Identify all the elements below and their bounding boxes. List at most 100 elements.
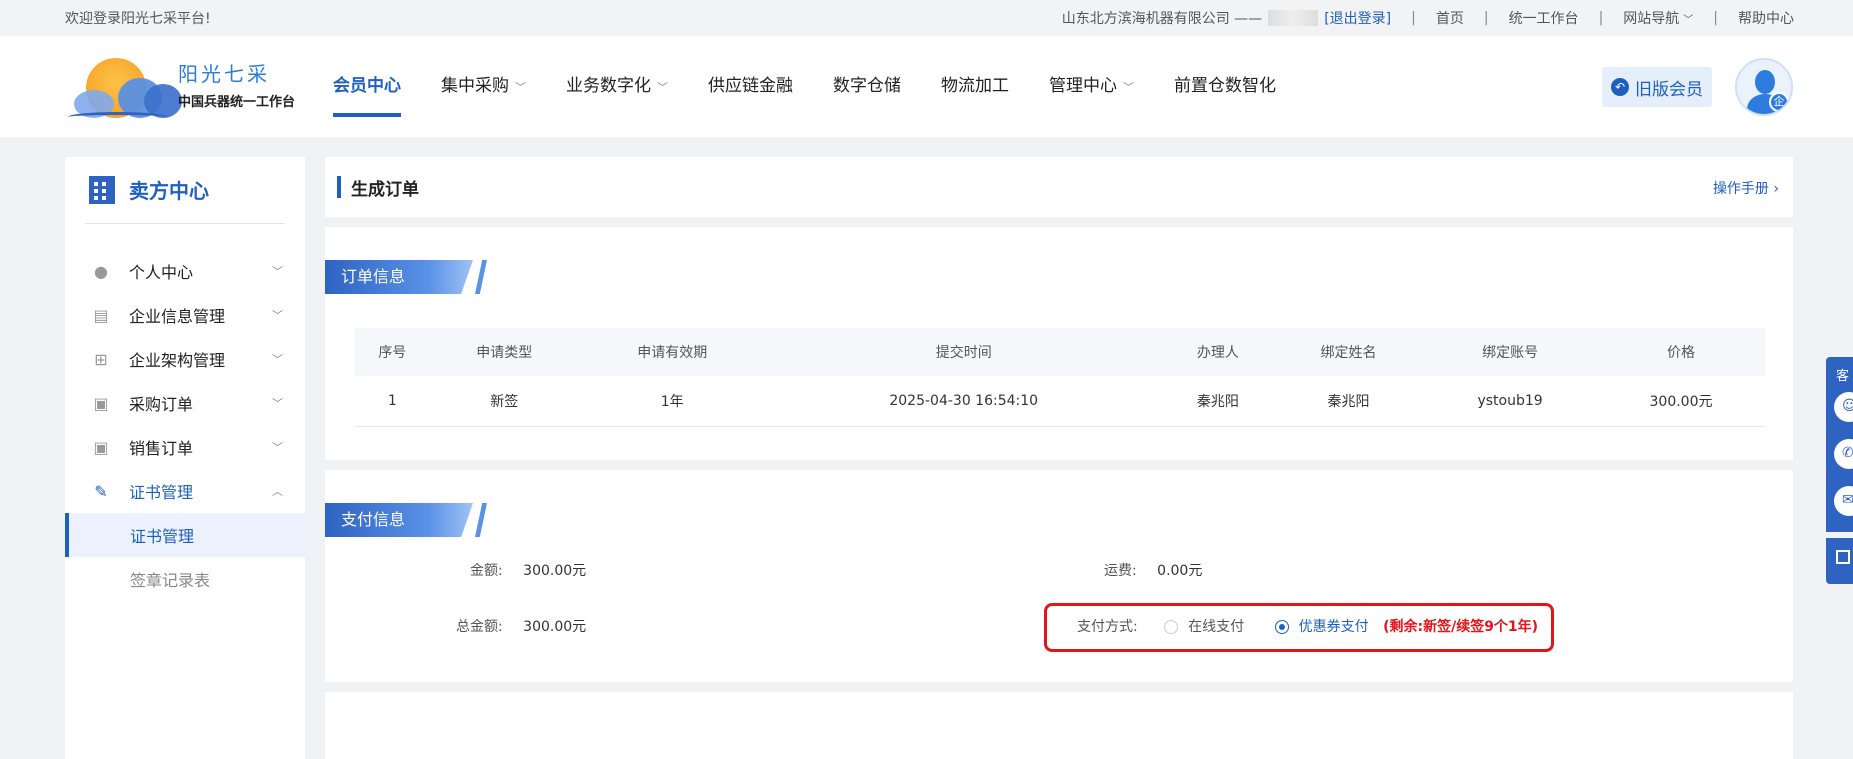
sidebar-item-label: 销售订单 [129, 439, 194, 458]
next-card [325, 692, 1793, 759]
nav-management-center[interactable]: 管理中心 ﹀ [1049, 36, 1134, 137]
nav-central-procurement[interactable]: 集中采购 ﹀ [441, 36, 526, 137]
sidebar-item-label: 采购订单 [129, 395, 194, 414]
phone-icon: ✆ [1842, 445, 1853, 461]
main-nav: 会员中心 集中采购 ﹀ 业务数字化 ﹀ 供应链金融 数字仓储 物流加工 管理中心 ﹀ … [333, 36, 1316, 137]
nav-label: 业务数字化 [566, 76, 651, 96]
org-chart-icon: ⊞ [94, 349, 108, 369]
separator: | [1598, 10, 1604, 26]
nav-member-center[interactable]: 会员中心 [333, 36, 401, 137]
col-validity: 申请有效期 [578, 328, 766, 376]
col-submit-time: 提交时间 [765, 328, 1162, 376]
coupon-payment-label: 优惠券支付 [1298, 619, 1369, 635]
cell-type: 新签 [429, 376, 579, 427]
amount-row: 金额: 300.00元 [470, 560, 586, 580]
page-header: 生成订单 操作手册 › [325, 157, 1793, 217]
online-payment-option[interactable]: 在线支付 [1164, 619, 1248, 635]
separator: | [1411, 10, 1416, 26]
masked-username [1268, 10, 1319, 26]
clipboard-icon: ▣ [93, 437, 109, 457]
enterprise-badge: 企 [1769, 92, 1789, 112]
help-center-link[interactable]: 帮助中心 [1738, 8, 1794, 28]
top-bar: 欢迎登录阳光七采平台! 山东北方滨海机器有限公司 —— [退出登录] | 首页 … [0, 0, 1853, 36]
site-nav-link[interactable]: 网站导航 ﹀ [1623, 8, 1693, 28]
separator: | [1483, 10, 1489, 26]
nav-supply-finance[interactable]: 供应链金融 [708, 36, 793, 137]
sidebar-subitem-certificates[interactable]: 证书管理 [65, 513, 305, 557]
logout-link[interactable]: [退出登录] [1324, 8, 1391, 28]
nav-business-digital[interactable]: 业务数字化 ﹀ [566, 36, 668, 137]
section-header-payment: 支付信息 [325, 503, 487, 537]
sidebar-item-label: 企业信息管理 [129, 307, 226, 326]
nav-front-warehouse[interactable]: 前置仓数智化 [1174, 36, 1276, 137]
sidebar-item-org-structure[interactable]: ⊞ 企业架构管理 ﹀ [65, 337, 305, 381]
col-price: 价格 [1597, 328, 1765, 376]
avatar[interactable]: 企 [1735, 58, 1793, 116]
sidebar-title: 卖方中心 [89, 175, 209, 204]
radio-coupon[interactable] [1274, 620, 1289, 634]
freight-label: 运费: [1104, 563, 1137, 579]
sidebar-menu: ● 个人中心 ﹀ ▤ 企业信息管理 ﹀ ⊞ 企业架构管理 ﹀ ▣ 采购订单 ﹀ … [65, 249, 305, 601]
logo-name: 阳光七采 [178, 62, 270, 86]
sidebar-item-purchase-orders[interactable]: ▣ 采购订单 ﹀ [65, 381, 305, 425]
sidebar-item-certificates[interactable]: ✎ 证书管理 ︿ [65, 469, 305, 513]
table-header-row: 序号 申请类型 申请有效期 提交时间 办理人 绑定姓名 绑定账号 价格 [355, 328, 1765, 376]
col-bound-name: 绑定姓名 [1273, 328, 1424, 376]
sidebar-item-label: 企业架构管理 [129, 351, 226, 370]
divider [85, 223, 285, 224]
sidebar-subitem-signature-records[interactable]: 签章记录表 [65, 557, 305, 601]
sidebar-item-personal[interactable]: ● 个人中心 ﹀ [65, 249, 305, 293]
amount-label: 金额: [470, 563, 503, 579]
sidebar-item-sales-orders[interactable]: ▣ 销售订单 ﹀ [65, 425, 305, 469]
site-logo[interactable]: 阳光七采 中国兵器统一工作台 [68, 54, 308, 120]
col-handler: 办理人 [1161, 328, 1274, 376]
nav-label: 集中采购 [441, 76, 509, 96]
section-slash [475, 260, 487, 294]
building-icon [89, 175, 115, 204]
cell-validity: 1年 [578, 376, 766, 427]
cell-bound-name: 秦兆阳 [1273, 376, 1424, 427]
nav-label: 物流加工 [941, 76, 1009, 96]
col-index: 序号 [355, 328, 430, 376]
total-row: 总金额: 300.00元 [456, 616, 586, 636]
nav-label: 供应链金融 [708, 76, 793, 96]
sidebar-item-label: 证书管理 [129, 483, 194, 502]
nav-label: 管理中心 [1049, 76, 1117, 96]
radio-online[interactable] [1164, 620, 1179, 634]
nav-logistics[interactable]: 物流加工 [941, 36, 1009, 137]
order-info-card: 订单信息 序号 申请类型 申请有效期 提交时间 办理人 绑定姓名 绑定账号 价格… [325, 227, 1793, 460]
sidebar-item-enterprise-info[interactable]: ▤ 企业信息管理 ﹀ [65, 293, 305, 337]
mail-icon: ✉ [1842, 492, 1853, 508]
back-arrow-icon: ↶ [1611, 78, 1629, 96]
qrcode-icon[interactable] [1836, 550, 1850, 564]
clipboard-icon: ▣ [93, 393, 109, 413]
home-link[interactable]: 首页 [1436, 8, 1464, 28]
chevron-down-icon: ﹀ [515, 81, 526, 94]
customer-service-button[interactable]: ☺ [1834, 392, 1853, 422]
coupon-payment-option[interactable]: 优惠券支付 [1274, 619, 1373, 635]
cell-price: 300.00元 [1597, 376, 1765, 427]
nav-digital-warehouse[interactable]: 数字仓储 [833, 36, 901, 137]
email-button[interactable]: ✉ [1834, 486, 1853, 516]
manual-link[interactable]: 操作手册 › [1713, 178, 1779, 198]
cell-handler: 秦兆阳 [1161, 376, 1274, 427]
document-icon: ▤ [93, 305, 109, 325]
old-member-button[interactable]: ↶ 旧版会员 [1602, 67, 1712, 107]
cell-index: 1 [355, 376, 430, 427]
chevron-down-icon: ﹀ [272, 353, 283, 366]
payment-method-label: 支付方式: [1077, 619, 1138, 635]
workbench-link[interactable]: 统一工作台 [1509, 8, 1579, 28]
chevron-down-icon: ﹀ [272, 397, 283, 410]
nav-label: 数字仓储 [833, 76, 901, 96]
headset-icon: ☺ [1842, 398, 1853, 414]
coupon-remaining: (剩余:新签/续签9个1年) [1383, 619, 1539, 635]
col-type: 申请类型 [429, 328, 579, 376]
phone-button[interactable]: ✆ [1834, 439, 1853, 469]
chevron-down-icon: ﹀ [272, 441, 283, 454]
cell-bound-account: ystoub19 [1423, 376, 1598, 427]
certificate-icon: ✎ [94, 481, 108, 501]
cell-submit-time: 2025-04-30 16:54:10 [765, 376, 1162, 427]
order-table: 序号 申请类型 申请有效期 提交时间 办理人 绑定姓名 绑定账号 价格 1 新签… [355, 328, 1765, 427]
nav-label: 会员中心 [333, 76, 401, 96]
page-title: 生成订单 [351, 180, 419, 200]
